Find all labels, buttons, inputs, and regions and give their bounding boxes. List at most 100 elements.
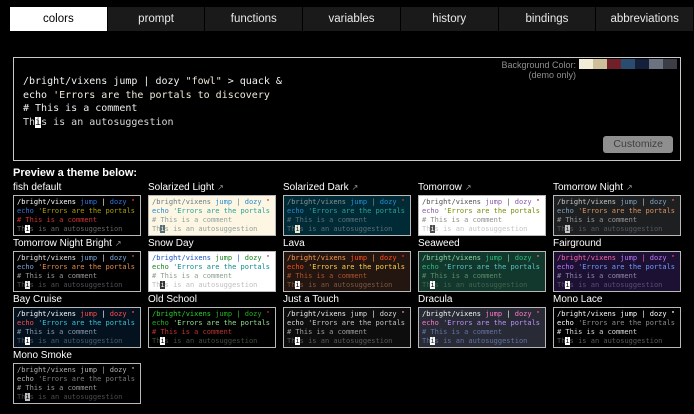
code-token: dozy (650, 310, 667, 318)
code-token: # This is a comment (17, 272, 97, 280)
tab-abbreviations[interactable]: abbreviations (596, 7, 694, 31)
code-token: s is an autosuggestion (570, 337, 663, 345)
code-token: echo (152, 207, 169, 215)
theme-preview[interactable]: /bright/vixens jump | dozy "echo 'Errors… (553, 195, 681, 236)
external-link-icon[interactable]: ↗ (217, 183, 224, 192)
code-line: echo 'Errors are the portals (557, 207, 677, 216)
theme-preview[interactable]: /bright/vixens jump | dozy "echo 'Errors… (148, 307, 276, 348)
tab-prompt[interactable]: prompt (108, 7, 206, 31)
theme-preview[interactable]: /bright/vixens jump | dozy "echo 'Errors… (418, 251, 546, 292)
theme-card-seaweed[interactable]: Seaweed/bright/vixens jump | dozy "echo … (418, 238, 546, 292)
theme-card-tomorrow[interactable]: Tomorrow↗/bright/vixens jump | dozy "ech… (418, 182, 546, 236)
tab-history[interactable]: history (401, 7, 499, 31)
code-token: /bright/vixens (287, 198, 350, 206)
theme-card-dracula[interactable]: Dracula/bright/vixens jump | dozy "echo … (418, 294, 546, 348)
code-token: /bright/vixens (422, 198, 485, 206)
code-token: 'Errors are the portals (308, 319, 405, 327)
theme-card-solarized-dark[interactable]: Solarized Dark↗/bright/vixens jump | doz… (283, 182, 411, 236)
code-token: | (137, 76, 155, 87)
theme-card-solarized-light[interactable]: Solarized Light↗/bright/vixens jump | do… (148, 182, 276, 236)
code-token: # This is a comment (287, 272, 367, 280)
tab-bindings[interactable]: bindings (499, 7, 597, 31)
theme-card-fish-default[interactable]: fish default/bright/vixens jump | dozy "… (13, 182, 141, 236)
theme-card-mono-lace[interactable]: Mono Lace/bright/vixens jump | dozy "ech… (553, 294, 681, 348)
theme-preview[interactable]: /bright/vixens jump | dozy "echo 'Errors… (13, 363, 141, 404)
code-line: echo 'Errors are the portals (287, 263, 407, 272)
theme-card-mono-smoke[interactable]: Mono Smoke/bright/vixens jump | dozy "ec… (13, 350, 141, 404)
theme-preview[interactable]: /bright/vixens jump | dozy "echo 'Errors… (418, 307, 546, 348)
external-link-icon[interactable]: ↗ (352, 183, 359, 192)
bg-swatch-1[interactable] (593, 59, 607, 69)
theme-card-old-school[interactable]: Old School/bright/vixens jump | dozy "ec… (148, 294, 276, 348)
code-token: echo (17, 375, 34, 383)
code-token: echo (152, 319, 169, 327)
demo-only-label: (demo only) (501, 70, 576, 80)
code-token: jump (215, 254, 232, 262)
code-token: 'Errors are the portals (578, 319, 675, 327)
theme-card-snow-day[interactable]: Snow Day/bright/vixens jump | dozy "echo… (148, 238, 276, 292)
code-token: /bright/vixens (17, 198, 80, 206)
code-token: "fowl" (186, 76, 222, 87)
code-token: # This is a comment (152, 328, 232, 336)
code-token: /bright/vixens (152, 198, 215, 206)
code-token: 'Errors are the portals (38, 263, 135, 271)
code-line: # This is a comment (17, 272, 137, 281)
code-line: # This is a comment (287, 328, 407, 337)
tab-colors[interactable]: colors (10, 7, 108, 31)
code-token: # This is a comment (422, 328, 502, 336)
bg-swatch-0[interactable] (579, 59, 593, 69)
code-token: " (671, 310, 675, 318)
code-token: 'Errors are the portals (308, 207, 405, 215)
theme-card-lava[interactable]: Lava/bright/vixens jump | dozy "echo 'Er… (283, 238, 411, 292)
code-line: echo 'Errors are the portals (287, 207, 407, 216)
theme-preview[interactable]: /bright/vixens jump | dozy "echo 'Errors… (283, 195, 411, 236)
code-token: 'Errors are the portals (443, 263, 540, 271)
code-token: | (232, 254, 245, 262)
code-token: echo (422, 263, 439, 271)
code-token: /bright/vixens (287, 254, 350, 262)
code-token: /bright/vixens (152, 310, 215, 318)
theme-card-bay-cruise[interactable]: Bay Cruise/bright/vixens jump | dozy "ec… (13, 294, 141, 348)
code-line: /bright/vixens jump | dozy " (17, 310, 137, 319)
theme-preview[interactable]: /bright/vixens jump | dozy "echo 'Errors… (283, 251, 411, 292)
code-line: This is an autosuggestion (287, 225, 407, 234)
theme-preview[interactable]: /bright/vixens jump | dozy "echo 'Errors… (13, 307, 141, 348)
theme-card-tomorrow-night-bright[interactable]: Tomorrow Night Bright↗/bright/vixens jum… (13, 238, 141, 292)
bg-swatch-2[interactable] (607, 59, 621, 69)
code-line: /bright/vixens jump | dozy " (422, 254, 542, 263)
theme-preview[interactable]: /bright/vixens jump | dozy "echo 'Errors… (13, 251, 141, 292)
theme-preview[interactable]: /bright/vixens jump | dozy "echo 'Errors… (418, 195, 546, 236)
code-token: " (401, 198, 405, 206)
theme-card-just-a-touch[interactable]: Just a Touch/bright/vixens jump | dozy "… (283, 294, 411, 348)
bg-swatch-3[interactable] (621, 59, 635, 69)
code-line: echo 'Errors are the portals (17, 319, 137, 328)
theme-preview[interactable]: /bright/vixens jump | dozy "echo 'Errors… (13, 195, 141, 236)
theme-preview[interactable]: /bright/vixens jump | dozy "echo 'Errors… (148, 251, 276, 292)
code-line: echo 'Errors are the portals (17, 263, 137, 272)
code-line: echo 'Errors are the portals (152, 263, 272, 272)
bg-swatch-4[interactable] (635, 59, 649, 69)
theme-card-tomorrow-night[interactable]: Tomorrow Night↗/bright/vixens jump | doz… (553, 182, 681, 236)
theme-preview[interactable]: /bright/vixens jump | dozy "echo 'Errors… (553, 251, 681, 292)
theme-preview[interactable]: /bright/vixens jump | dozy "echo 'Errors… (148, 195, 276, 236)
external-link-icon[interactable]: ↗ (465, 183, 472, 192)
code-token: s is an autosuggestion (30, 393, 123, 401)
code-token: jump (80, 198, 97, 206)
external-link-icon[interactable]: ↗ (626, 183, 633, 192)
code-token: # This is a comment (152, 272, 232, 280)
code-token: " (671, 254, 675, 262)
tab-functions[interactable]: functions (205, 7, 303, 31)
bg-swatch-6[interactable] (663, 59, 677, 69)
code-line: # This is a comment (287, 216, 407, 225)
code-token: dozy (110, 366, 127, 374)
tab-variables[interactable]: variables (303, 7, 401, 31)
bg-swatch-5[interactable] (649, 59, 663, 69)
theme-card-fairground[interactable]: Fairground/bright/vixens jump | dozy "ec… (553, 238, 681, 292)
external-link-icon[interactable]: ↗ (115, 239, 122, 248)
code-token: dozy (515, 254, 532, 262)
customize-button[interactable]: Customize (603, 136, 673, 153)
theme-preview[interactable]: /bright/vixens jump | dozy "echo 'Errors… (553, 307, 681, 348)
theme-preview[interactable]: /bright/vixens jump | dozy "echo 'Errors… (283, 307, 411, 348)
terminal-demo-lines: /bright/vixens jump | dozy "fowl" > quac… (23, 75, 282, 129)
code-token: " (266, 310, 270, 318)
